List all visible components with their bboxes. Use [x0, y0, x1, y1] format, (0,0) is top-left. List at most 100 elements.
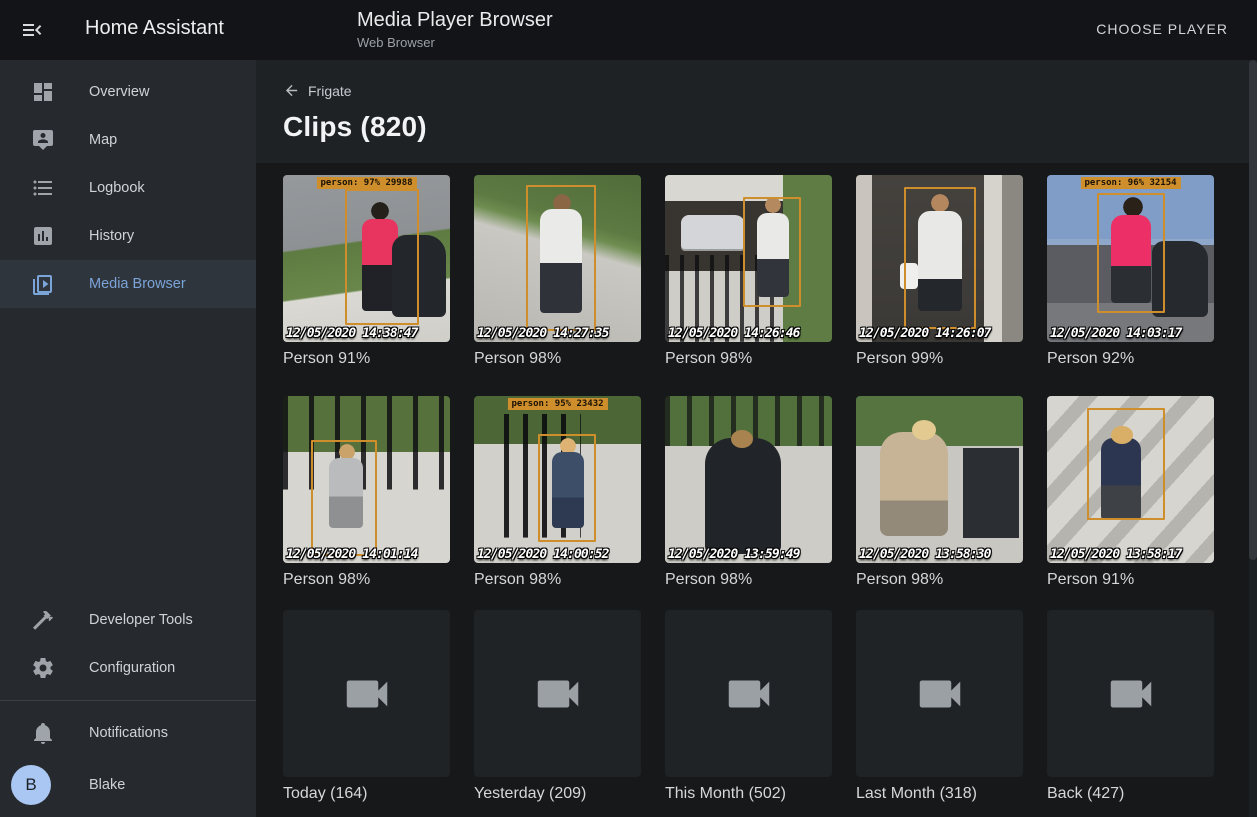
- sidebar-item-label: Notifications: [89, 725, 168, 741]
- clip-timestamp: 12/05/2020 13:58:17: [1050, 547, 1182, 562]
- clip-thumbnail[interactable]: 12/05/2020 13:58:30: [856, 396, 1023, 563]
- clip-caption: Person 98%: [856, 571, 1023, 589]
- detection-bbox: [904, 187, 976, 329]
- scrollbar-track[interactable]: [1249, 60, 1257, 817]
- clip-timestamp: 12/05/2020 13:59:49: [668, 547, 800, 562]
- clip-thumbnail[interactable]: person: 96% 32154 12/05/2020 14:03:17: [1047, 175, 1214, 342]
- clip-card[interactable]: 12/05/2020 13:58:17 Person 91%: [1047, 396, 1214, 589]
- clip-thumbnail[interactable]: 12/05/2020 14:26:46: [665, 175, 832, 342]
- clip-thumbnail[interactable]: 12/05/2020 13:58:17: [1047, 396, 1214, 563]
- hammer-icon: [31, 608, 55, 632]
- clip-thumbnail[interactable]: 12/05/2020 14:26:07: [856, 175, 1023, 342]
- sidebar-item-map[interactable]: Map: [0, 116, 256, 164]
- detection-bbox: [345, 189, 419, 325]
- map-account-icon: [31, 128, 55, 152]
- sidebar-item-label: Configuration: [89, 660, 175, 676]
- choose-player-button[interactable]: CHOOSE PLAYER: [1090, 20, 1234, 38]
- sidebar-item-label: Map: [89, 132, 117, 148]
- folder-thumbnail[interactable]: [283, 610, 450, 777]
- clip-timestamp: 12/05/2020 14:26:46: [668, 326, 800, 341]
- detection-bbox: [1087, 408, 1165, 520]
- folder-card[interactable]: Back (427): [1047, 610, 1214, 803]
- folder-card[interactable]: Yesterday (209): [474, 610, 641, 803]
- clip-timestamp: 12/05/2020 13:58:30: [859, 547, 991, 562]
- list-icon: [31, 176, 55, 200]
- clip-thumbnail[interactable]: 12/05/2020 14:01:14: [283, 396, 450, 563]
- folder-caption: Back (427): [1047, 785, 1214, 803]
- clip-card[interactable]: person: 95% 23432 12/05/2020 14:00:52 Pe…: [474, 396, 641, 589]
- clip-card[interactable]: 12/05/2020 14:01:14 Person 98%: [283, 396, 450, 589]
- clip-caption: Person 98%: [474, 350, 641, 368]
- clip-timestamp: 12/05/2020 14:01:14: [286, 547, 418, 562]
- scrollbar-thumb[interactable]: [1249, 60, 1257, 560]
- folder-thumbnail[interactable]: [856, 610, 1023, 777]
- sidebar-item-notifications[interactable]: Notifications: [0, 709, 256, 757]
- detection-bbox: [538, 434, 596, 542]
- clip-caption: Person 92%: [1047, 350, 1214, 368]
- sidebar-item-logbook[interactable]: Logbook: [0, 164, 256, 212]
- video-camera-icon: [340, 667, 394, 721]
- detection-label: person: 96% 32154: [1080, 177, 1180, 189]
- clip-card[interactable]: 12/05/2020 13:58:30 Person 98%: [856, 396, 1023, 589]
- arrow-left-icon: [283, 82, 300, 99]
- sidebar-item-developer-tools[interactable]: Developer Tools: [0, 596, 256, 644]
- clip-card[interactable]: person: 96% 32154 12/05/2020 14:03:17 Pe…: [1047, 175, 1214, 368]
- clip-card[interactable]: 12/05/2020 14:26:07 Person 99%: [856, 175, 1023, 368]
- clip-thumbnail[interactable]: person: 97% 29988 12/05/2020 14:38:47: [283, 175, 450, 342]
- clip-card[interactable]: 12/05/2020 13:59:49 Person 98%: [665, 396, 832, 589]
- page-subtitle: Web Browser: [357, 35, 553, 50]
- bell-icon: [31, 721, 55, 745]
- clip-card[interactable]: 12/05/2020 14:26:46 Person 98%: [665, 175, 832, 368]
- video-camera-icon: [1104, 667, 1158, 721]
- dashboard-icon: [31, 80, 55, 104]
- detection-bbox: [526, 185, 596, 331]
- video-camera-icon: [531, 667, 585, 721]
- folder-caption: This Month (502): [665, 785, 832, 803]
- chart-box-icon: [31, 224, 55, 248]
- clip-thumbnail[interactable]: 12/05/2020 14:27:35: [474, 175, 641, 342]
- gear-icon: [31, 656, 55, 680]
- media-browser-icon: [31, 272, 55, 296]
- sidebar-divider: [0, 700, 256, 701]
- folder-caption: Today (164): [283, 785, 450, 803]
- clip-timestamp: 12/05/2020 14:00:52: [477, 547, 609, 562]
- app-title: Home Assistant: [85, 17, 224, 40]
- clips-title: Clips (820): [283, 111, 1257, 143]
- user-name: Blake: [89, 777, 125, 793]
- sidebar: Overview Map Logbook History Media Brows…: [0, 60, 256, 817]
- clip-caption: Person 98%: [474, 571, 641, 589]
- detection-label: person: 95% 23432: [507, 398, 607, 410]
- media-browser-content: Frigate Clips (820) person: 97% 29988 12…: [256, 60, 1257, 817]
- clips-grid: person: 97% 29988 12/05/2020 14:38:47 Pe…: [256, 163, 1257, 589]
- page-title: Media Player Browser: [357, 9, 553, 32]
- sidebar-item-profile[interactable]: B Blake: [0, 757, 256, 813]
- detection-label: person: 97% 29988: [316, 177, 416, 189]
- clip-timestamp: 12/05/2020 14:26:07: [859, 326, 991, 341]
- sidebar-spacer: [0, 308, 256, 596]
- clip-card[interactable]: person: 97% 29988 12/05/2020 14:38:47 Pe…: [283, 175, 450, 368]
- folder-card[interactable]: Last Month (318): [856, 610, 1023, 803]
- folder-thumbnail[interactable]: [665, 610, 832, 777]
- clip-thumbnail[interactable]: person: 95% 23432 12/05/2020 14:00:52: [474, 396, 641, 563]
- folder-thumbnail[interactable]: [474, 610, 641, 777]
- clip-caption: Person 99%: [856, 350, 1023, 368]
- sidebar-item-media-browser[interactable]: Media Browser: [0, 260, 256, 308]
- breadcrumb-label: Frigate: [308, 83, 352, 99]
- sidebar-item-label: History: [89, 228, 134, 244]
- folder-card[interactable]: This Month (502): [665, 610, 832, 803]
- avatar: B: [11, 765, 51, 805]
- breadcrumb[interactable]: Frigate: [283, 82, 1257, 99]
- folder-card[interactable]: Today (164): [283, 610, 450, 803]
- sidebar-item-overview[interactable]: Overview: [0, 68, 256, 116]
- sidebar-toggle-icon[interactable]: [20, 18, 44, 42]
- clip-timestamp: 12/05/2020 14:27:35: [477, 326, 609, 341]
- clip-thumbnail[interactable]: 12/05/2020 13:59:49: [665, 396, 832, 563]
- clip-card[interactable]: 12/05/2020 14:27:35 Person 98%: [474, 175, 641, 368]
- sidebar-item-configuration[interactable]: Configuration: [0, 644, 256, 692]
- sidebar-item-label: Developer Tools: [89, 612, 193, 628]
- sidebar-item-history[interactable]: History: [0, 212, 256, 260]
- clip-caption: Person 98%: [665, 350, 832, 368]
- folder-thumbnail[interactable]: [1047, 610, 1214, 777]
- clip-timestamp: 12/05/2020 14:38:47: [286, 326, 418, 341]
- detection-bbox: [743, 197, 801, 307]
